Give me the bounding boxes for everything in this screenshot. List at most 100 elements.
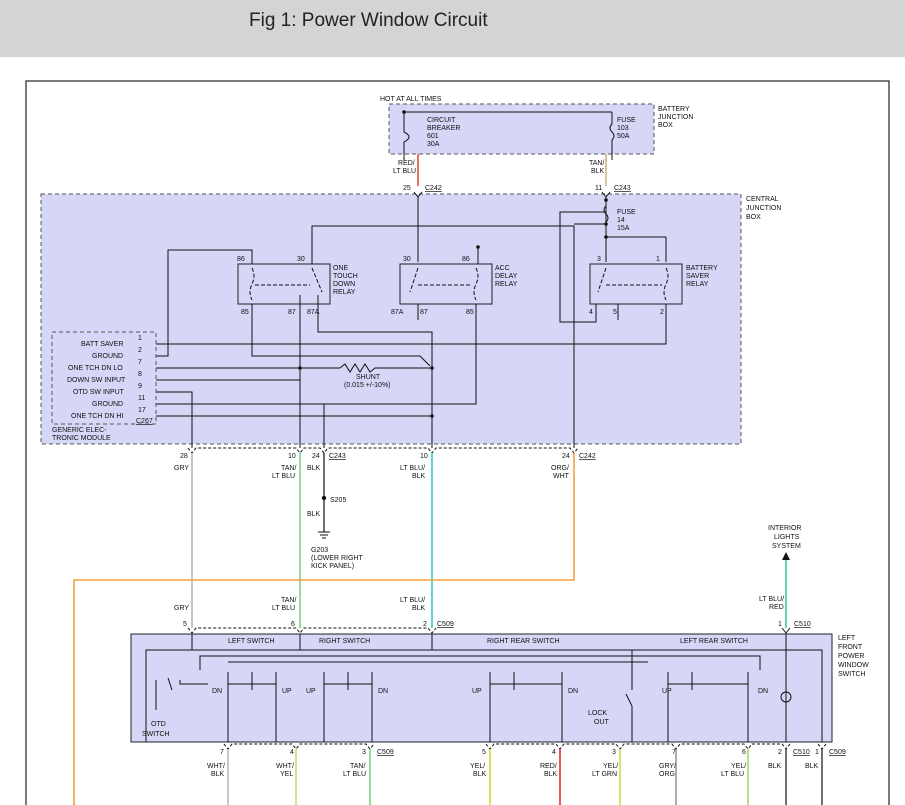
gem-label-otd-sw-input: OTD SW INPUT — [73, 389, 125, 396]
otd-relay-name-4: RELAY — [333, 289, 356, 296]
cjb-name-3: BOX — [746, 214, 761, 221]
gem-pin-7: 7 — [138, 359, 142, 366]
gem-label-ground-1: GROUND — [92, 353, 123, 360]
in-ltblu-label-2: BLK — [412, 605, 426, 612]
ground-label-1: G203 — [311, 547, 328, 554]
out-blk-1: BLK — [768, 763, 782, 770]
gem-name-2: TRONIC MODULE — [52, 435, 111, 442]
harness-mid: 28 10 24 C243 10 24 C242 GRY TAN/ LT BLU… — [73, 447, 596, 805]
acc-relay-pin-85: 85 — [466, 309, 474, 316]
out-gry-org-1: GRY/ — [659, 763, 676, 770]
pin-11: 11 — [595, 185, 602, 192]
wire-tan-blk-label-2: BLK — [591, 168, 605, 175]
out-wht-blk-1: WHT/ — [207, 763, 225, 770]
in-tan-label-1: TAN/ — [281, 597, 296, 604]
cjb-name-2: JUNCTION — [746, 205, 781, 212]
conn-c243-mid: C243 — [329, 453, 346, 460]
lfs-name-4: WINDOW — [838, 662, 869, 669]
wire-tan-blk-label-1: TAN/ — [589, 160, 604, 167]
in-conn-c509: C509 — [437, 621, 454, 628]
wire-blk2-label: BLK — [307, 511, 321, 518]
wire-tan-ltblu-label-2: LT BLU — [272, 473, 295, 480]
section-right-rear-switch: RIGHT REAR SWITCH — [487, 638, 560, 645]
bsr-name-3: RELAY — [686, 281, 709, 288]
out-pin-4a: 4 — [290, 749, 294, 756]
gem-pin-8: 8 — [138, 371, 142, 378]
out-pin-3b: 3 — [612, 749, 616, 756]
otd-relay-pin-30: 30 — [297, 256, 305, 263]
otd-relay-pin-85: 85 — [241, 309, 249, 316]
wire-ltblu-blk-label-1: LT BLU/ — [400, 465, 425, 472]
wire-org-wht-label-2: WHT — [553, 473, 570, 480]
acc-relay-pin-87: 87 — [420, 309, 428, 316]
breaker-l2: BREAKER — [427, 125, 460, 132]
fuse103-l2: 103 — [617, 125, 629, 132]
wire-red-ltblu-label-1: RED/ — [398, 160, 415, 167]
out-pin-2: 2 — [778, 749, 782, 756]
gem-label-batt-saver: BATT SAVER — [81, 341, 123, 348]
fuse14-l3: 15A — [617, 225, 630, 232]
cjb-name-1: CENTRAL — [746, 196, 779, 203]
lfs-name-3: POWER — [838, 653, 864, 660]
pin-10-b: 10 — [420, 453, 428, 460]
wire-gry-label: GRY — [174, 465, 189, 472]
out-yel-ltblu-2: LT BLU — [721, 771, 744, 778]
bsr-pin-2: 2 — [660, 309, 664, 316]
battery-junction-box: HOT AT ALL TIMES BATTERY JUNCTION BOX CI… — [380, 96, 693, 160]
in-pin-5: 5 — [183, 621, 187, 628]
bjb-name-3: BOX — [658, 122, 673, 129]
lock-label-1: LOCK — [588, 710, 607, 717]
out-conn-c509: C509 — [377, 749, 394, 756]
out-tan-ltblu-1: TAN/ — [350, 763, 365, 770]
acc-relay-pin-86: 86 — [462, 256, 470, 263]
gem-label-one-tch-dn-lo: ONE TCH DN LO — [68, 365, 123, 372]
out-gry-org-2: ORG — [659, 771, 675, 778]
pin-24-b: 24 — [562, 453, 570, 460]
wire-tan-ltblu-label-1: TAN/ — [281, 465, 296, 472]
out-pin-5: 5 — [482, 749, 486, 756]
otd-relay-pin-87: 87 — [288, 309, 296, 316]
power-window-wiring-diagram: HOT AT ALL TIMES BATTERY JUNCTION BOX CI… — [25, 80, 890, 805]
ground-g203-icon — [318, 531, 330, 539]
pin-10-a: 10 — [288, 453, 296, 460]
conn-c242-top: C242 — [425, 185, 442, 192]
gem-label-one-tch-dn-hi: ONE TCH DN HI — [71, 413, 123, 420]
out-yel-ltgrn-1: YEL/ — [603, 763, 618, 770]
lbl-up-3: UP — [472, 688, 482, 695]
bsr-name-1: BATTERY — [686, 265, 718, 272]
wire-red-ltblu-label-2: LT BLU — [393, 168, 416, 175]
bsr-pin-3: 3 — [597, 256, 601, 263]
out-yel-blk-2: BLK — [473, 771, 487, 778]
breaker-l3: 601 — [427, 133, 439, 140]
interior-lights: INTERIOR LIGHTS SYSTEM LT BLU/ RED — [759, 525, 801, 628]
lfs-name-5: SWITCH — [838, 671, 866, 678]
shunt-label-2: (0.015 +/-10%) — [344, 382, 391, 389]
out-pin-6: 6 — [742, 749, 746, 756]
section-left-switch: LEFT SWITCH — [228, 638, 275, 645]
pin-25: 25 — [403, 185, 411, 192]
conn-c242-mid: C242 — [579, 453, 596, 460]
conn-c243-top: C243 — [614, 185, 631, 192]
bjb-name-1: BATTERY — [658, 106, 690, 113]
pin-24-a: 24 — [312, 453, 320, 460]
interior-label-3: SYSTEM — [772, 543, 801, 550]
section-right-switch: RIGHT SWITCH — [319, 638, 370, 645]
gem-label-down-sw-input: DOWN SW INPUT — [67, 377, 126, 384]
out-pin-7a: 7 — [220, 749, 224, 756]
wire-org-wht-label-1: ORG/ — [551, 465, 569, 472]
out-red-blk-2: BLK — [544, 771, 558, 778]
otd-switch-label-1: OTD — [151, 721, 166, 728]
splice-s205 — [321, 495, 327, 501]
gem-label-ground-2: GROUND — [92, 401, 123, 408]
wire-ltblu-red-label-1: LT BLU/ — [759, 596, 784, 603]
bsr-pin-1: 1 — [656, 256, 660, 263]
wire-ltblu-red-label-2: RED — [769, 604, 784, 611]
in-conn-c510: C510 — [794, 621, 811, 628]
in-tan-label-2: LT BLU — [272, 605, 295, 612]
out-tan-ltblu-2: LT BLU — [343, 771, 366, 778]
out-pin-4b: 4 — [552, 749, 556, 756]
in-pin-1: 1 — [778, 621, 782, 628]
out-conn-c510: C510 — [793, 749, 810, 756]
in-gry-label: GRY — [174, 605, 189, 612]
fuse103-l3: 50A — [617, 133, 630, 140]
